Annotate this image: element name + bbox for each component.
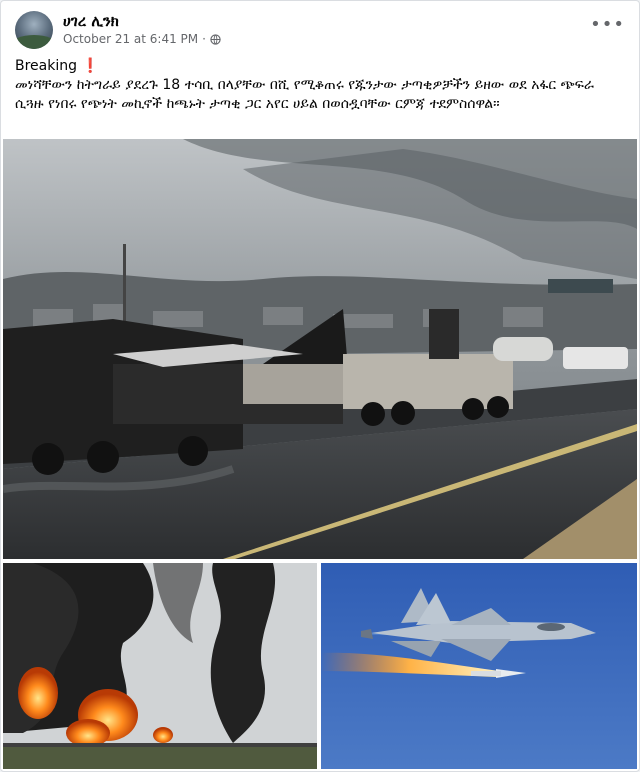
meta-separator: ·	[202, 32, 206, 46]
breaking-label: Breaking	[15, 58, 78, 74]
post-meta: October 21 at 6:41 PM ·	[63, 32, 221, 46]
post-header: ሀገረ ሊንክ October 21 at 6:41 PM · •••	[15, 11, 625, 55]
more-options-button[interactable]: •••	[590, 16, 625, 34]
globe-icon	[210, 33, 221, 45]
post-text: Breaking ❗ መነሻቸውን ከትግራይ ያደረጉ 18 ተሳቢ በላያቸ…	[15, 57, 625, 114]
burning-fuel-photo[interactable]	[3, 563, 317, 769]
post-body: መነሻቸውን ከትግራይ ያደረጉ 18 ተሳቢ በላያቸው በሺ የሚቆጠሩ …	[15, 77, 594, 112]
burned-trucks-photo[interactable]	[3, 139, 637, 559]
author-name[interactable]: ሀገረ ሊንክ	[63, 12, 119, 30]
exclamation-icon: ❗	[81, 58, 99, 74]
facebook-post-card: ሀገረ ሊንክ October 21 at 6:41 PM · ••• Brea…	[0, 0, 640, 772]
post-timestamp[interactable]: October 21 at 6:41 PM	[63, 32, 198, 46]
fighter-jet-photo[interactable]	[321, 563, 637, 769]
page-avatar[interactable]	[15, 11, 53, 49]
